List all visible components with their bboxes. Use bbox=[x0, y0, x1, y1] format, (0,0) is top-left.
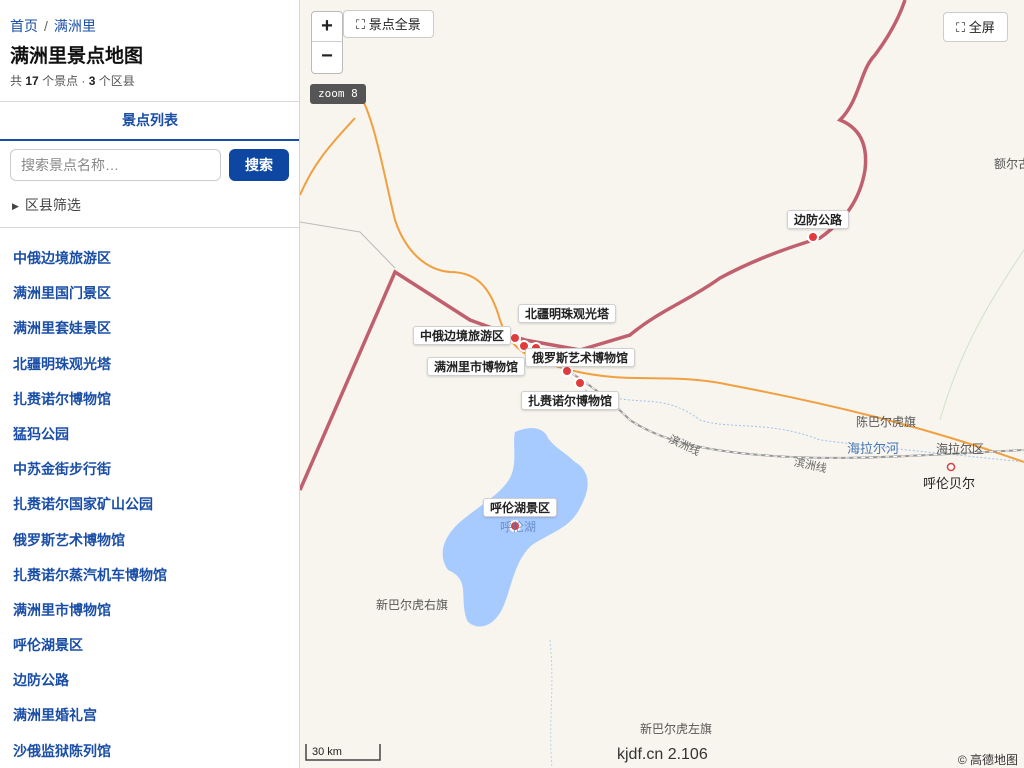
spot-list-item[interactable]: 扎赉诺尔博物馆 bbox=[0, 382, 299, 417]
spot-list-item[interactable]: 满洲里套娃景区 bbox=[0, 311, 299, 346]
spot-list-item[interactable]: 沙俄监狱陈列馆 bbox=[0, 734, 299, 768]
stream-line bbox=[549, 639, 553, 768]
poi-label-border-tourism[interactable]: 中俄边境旅游区 bbox=[413, 326, 512, 345]
district-filter-toggle[interactable]: ▶ 区县筛选 bbox=[12, 195, 81, 215]
stats-summary: 共 17 个景点 · 3 个区县 bbox=[10, 72, 135, 89]
search-button[interactable]: 搜索 bbox=[229, 149, 289, 181]
breadcrumb-home-link[interactable]: 首页 bbox=[10, 18, 38, 34]
fullscreen-icon: ⛶ bbox=[956, 20, 966, 35]
spot-list-item[interactable]: 北疆明珠观光塔 bbox=[0, 347, 299, 382]
place-label: 额尔古 bbox=[994, 157, 1024, 171]
fullscreen-button[interactable]: ⛶ 全屏 bbox=[943, 12, 1008, 42]
spot-count-suffix: 个景点 · bbox=[42, 74, 86, 88]
search-input[interactable] bbox=[10, 149, 221, 181]
poi-label-russian-art-museum[interactable]: 俄罗斯艺术博物馆 bbox=[525, 348, 636, 367]
triangle-right-icon: ▶ bbox=[12, 201, 19, 211]
zoom-level-badge: zoom 8 bbox=[310, 84, 366, 104]
city-marker bbox=[946, 462, 956, 472]
zoom-out-button[interactable]: − bbox=[312, 42, 342, 72]
divider bbox=[0, 227, 299, 228]
map-marker bbox=[807, 231, 819, 243]
highway-road bbox=[300, 117, 356, 196]
page-title: 满洲里景点地图 bbox=[10, 46, 144, 67]
district-filter-label: 区县筛选 bbox=[24, 197, 81, 213]
poi-label-border-road[interactable]: 边防公路 bbox=[787, 210, 850, 229]
spot-list-item[interactable]: 扎赉诺尔蒸汽机车博物馆 bbox=[0, 558, 299, 593]
poi-label-pearl-tower[interactable]: 北疆明珠观光塔 bbox=[518, 304, 617, 323]
expand-icon: ⛶ bbox=[356, 17, 366, 32]
map-canvas[interactable] bbox=[300, 0, 1024, 768]
poi-label-hulun-lake[interactable]: 呼伦湖景区 bbox=[483, 498, 558, 517]
map-attribution: © 高德地图 bbox=[957, 753, 1018, 767]
map-marker bbox=[574, 377, 586, 389]
minor-boundary-line bbox=[300, 221, 396, 269]
poi-label-city-museum[interactable]: 满洲里市博物馆 bbox=[427, 357, 526, 376]
zoom-control: + − bbox=[311, 11, 343, 74]
spot-list-item[interactable]: 呼伦湖景区 bbox=[0, 628, 299, 663]
breadcrumb-current-link[interactable]: 满洲里 bbox=[54, 18, 96, 34]
spot-list-item[interactable]: 中苏金街步行街 bbox=[0, 452, 299, 487]
national-border-line bbox=[300, 0, 907, 491]
lake-name-label: 呼伦湖 bbox=[500, 520, 537, 534]
fullscreen-label: 全屏 bbox=[968, 20, 995, 35]
map-view[interactable]: 额尔古 陈巴尔虎旗 海拉尔河 海拉尔区 呼伦贝尔 滨洲线 滨洲线 呼伦湖 新巴尔… bbox=[300, 0, 1024, 768]
spot-list-item[interactable]: 俄罗斯艺术博物馆 bbox=[0, 523, 299, 558]
overview-label: 景点全景 bbox=[368, 17, 421, 32]
place-label: 新巴尔虎右旗 bbox=[376, 598, 449, 612]
spot-list: 中俄边境旅游区 满洲里国门景区 满洲里套娃景区 北疆明珠观光塔 扎赉诺尔博物馆 … bbox=[0, 241, 299, 768]
spot-list-item[interactable]: 扎赉诺尔国家矿山公园 bbox=[0, 487, 299, 522]
map-marker bbox=[509, 332, 521, 344]
spot-list-item[interactable]: 满洲里市博物馆 bbox=[0, 593, 299, 628]
spot-list-item[interactable]: 中俄边境旅游区 bbox=[0, 241, 299, 276]
spot-list-item[interactable]: 满洲里婚礼宫 bbox=[0, 698, 299, 733]
zoom-in-button[interactable]: + bbox=[312, 12, 342, 42]
version-label: kjdf.cn 2.106 bbox=[617, 746, 708, 763]
spot-count: 17 bbox=[25, 74, 39, 88]
breadcrumb: 首页 / 满洲里 bbox=[10, 16, 96, 36]
minor-boundary-line bbox=[939, 249, 1024, 421]
scale-label: 30 km bbox=[312, 746, 342, 758]
place-label: 新巴尔虎左旗 bbox=[640, 722, 713, 736]
tab-spot-list[interactable]: 景点列表 bbox=[0, 102, 299, 141]
breadcrumb-separator: / bbox=[44, 18, 48, 34]
overview-button[interactable]: ⛶ 景点全景 bbox=[343, 10, 434, 38]
place-label: 陈巴尔虎旗 bbox=[856, 415, 917, 429]
spot-list-item[interactable]: 猛犸公园 bbox=[0, 417, 299, 452]
city-label: 呼伦贝尔 bbox=[923, 476, 976, 491]
spot-list-item[interactable]: 边防公路 bbox=[0, 663, 299, 698]
sidebar: 首页 / 满洲里 满洲里景点地图 共 17 个景点 · 3 个区县 景点列表 搜索 … bbox=[0, 0, 300, 768]
poi-label-zhalainuoer-museum[interactable]: 扎赉诺尔博物馆 bbox=[521, 391, 620, 410]
map-marker bbox=[561, 365, 573, 377]
river-label: 海拉尔河 bbox=[847, 441, 900, 456]
district-count-suffix: 个区县 bbox=[98, 74, 135, 88]
place-label: 海拉尔区 bbox=[936, 442, 985, 456]
highway-road bbox=[359, 94, 1024, 463]
spot-list-item[interactable]: 满洲里国门景区 bbox=[0, 276, 299, 311]
stats-prefix: 共 bbox=[10, 74, 23, 88]
district-count: 3 bbox=[88, 74, 96, 88]
